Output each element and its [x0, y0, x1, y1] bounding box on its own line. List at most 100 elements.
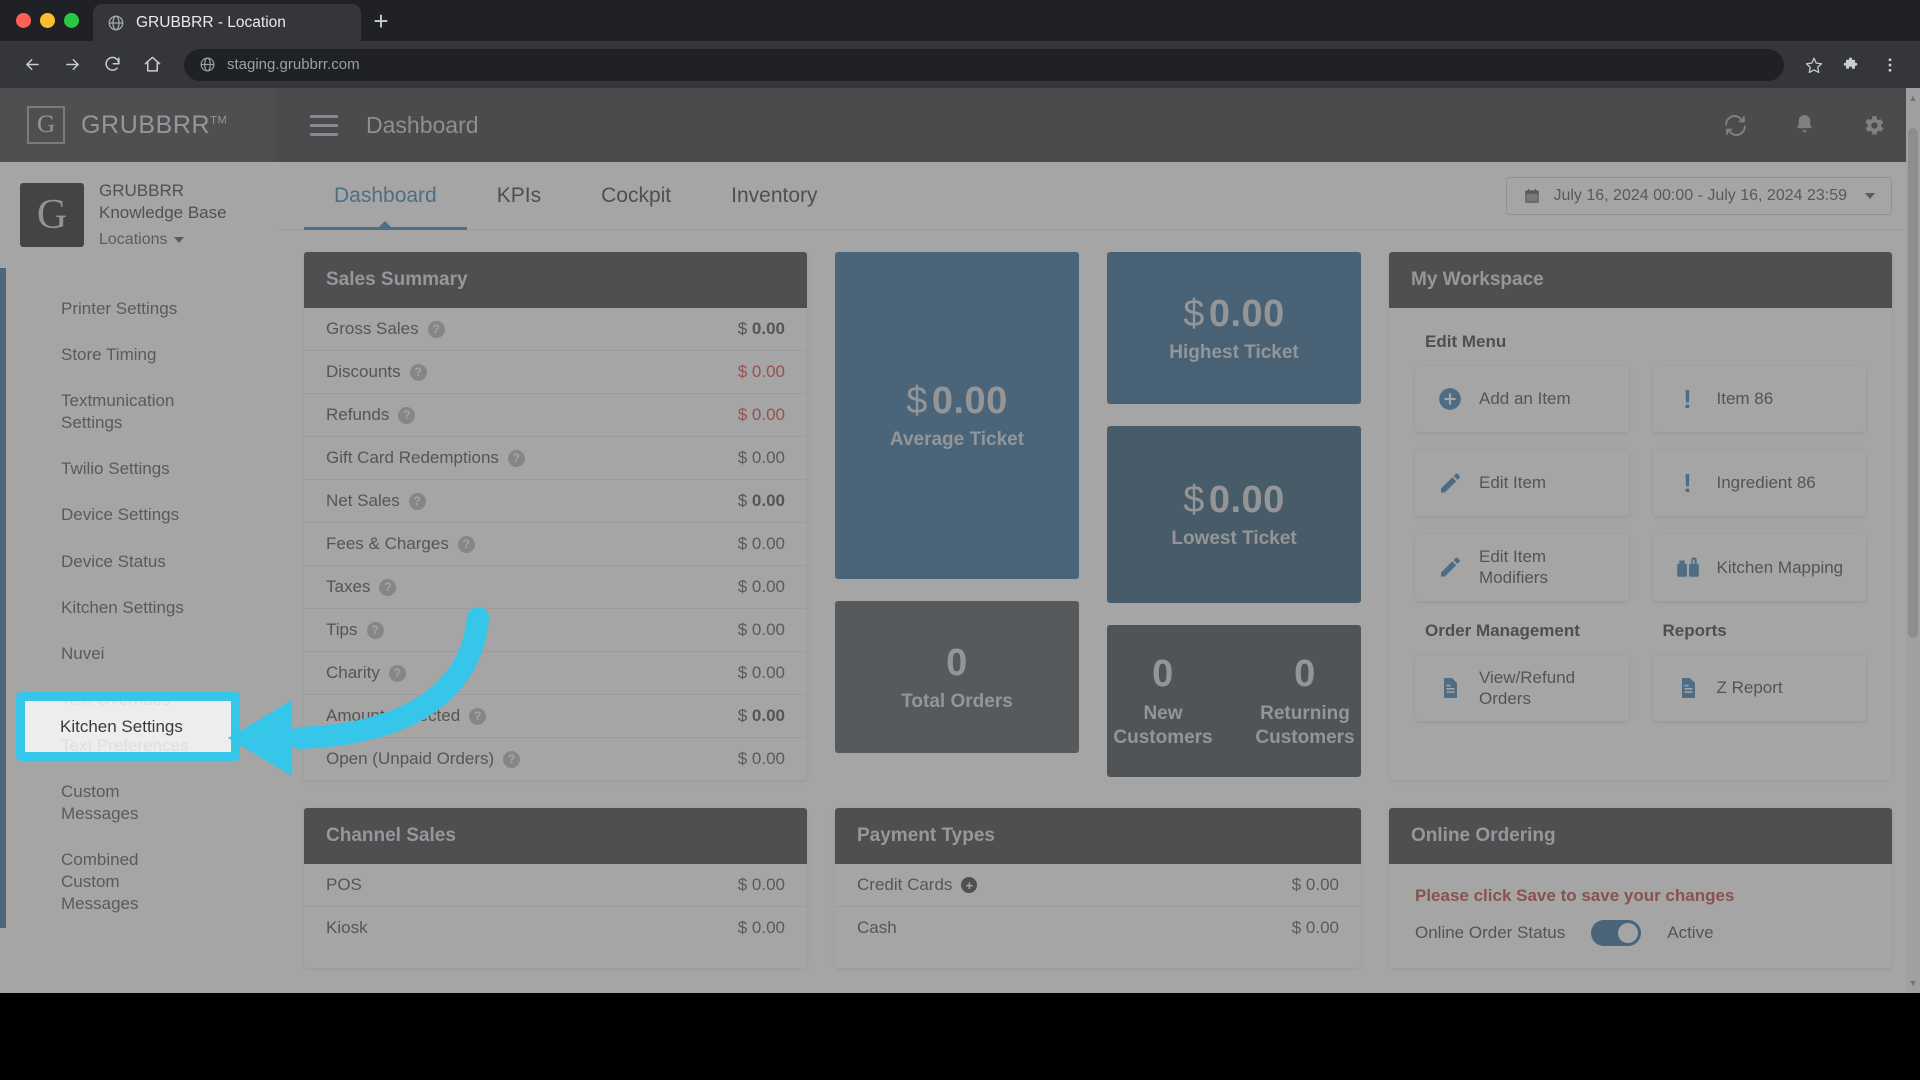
sidebar-item-nuvei[interactable]: Nuvei [6, 631, 276, 677]
globe-icon [200, 57, 215, 72]
row-value: $ 0.00 [1292, 875, 1339, 895]
help-icon[interactable]: ? [366, 621, 384, 639]
tab-dashboard-label: Dashboard [334, 183, 437, 207]
date-range-picker[interactable]: July 16, 2024 00:00 - July 16, 2024 23:5… [1506, 176, 1892, 215]
scroll-up-icon[interactable]: ▲ [1906, 90, 1920, 106]
help-icon[interactable]: ? [408, 492, 426, 510]
reload-icon[interactable] [94, 47, 130, 83]
z-report-button[interactable]: Z Report [1652, 654, 1866, 721]
address-bar[interactable]: staging.grubbrr.com [184, 48, 1784, 81]
sidebar-item-printer-settings[interactable]: Printer Settings [6, 286, 276, 332]
tab-inventory[interactable]: Inventory [701, 162, 847, 229]
minimize-window-button[interactable] [40, 13, 55, 28]
app-top-bar: Dashboard [276, 88, 1920, 162]
currency-symbol: $ [737, 405, 748, 424]
row-amount: 0.00 [1305, 918, 1339, 937]
row-label: Credit Cards + [857, 875, 978, 895]
help-icon[interactable]: ? [388, 664, 406, 682]
payment-types-card: Payment Types Credit Cards + $ 0.00 Cash $ 0… [835, 808, 1361, 968]
row-label-text: Gross Sales [326, 319, 419, 338]
chevron-down-icon [1865, 192, 1875, 199]
table-row: Cash $ 0.00 [835, 907, 1361, 949]
table-row: Gift Card Redemptions? $ 0.00 [304, 437, 807, 480]
gear-icon[interactable] [1861, 113, 1886, 138]
help-icon[interactable]: ? [427, 320, 445, 338]
sidebar-item-device-settings[interactable]: Device Settings [6, 492, 276, 538]
tab-dashboard[interactable]: Dashboard [304, 162, 467, 230]
save-warning-text: Please click Save to save your changes [1415, 886, 1735, 905]
my-workspace-body: Edit Menu Add an Item ! Item 86 Edit Ite… [1389, 308, 1892, 747]
location-selector-block[interactable]: G GRUBBRR Knowledge Base Locations [0, 162, 276, 268]
help-icon[interactable]: ? [503, 750, 521, 768]
sidebar-item-combined-custom-messages[interactable]: Combined Custom Messages [6, 837, 139, 927]
help-icon[interactable]: ? [457, 535, 475, 553]
row-amount: 0.00 [751, 491, 785, 510]
customers-twin: 0 New Customers 0 Returning Customers [1107, 653, 1361, 750]
scroll-down-icon[interactable]: ▼ [1906, 975, 1920, 991]
online-ordering-card: Online Ordering Please click Save to sav… [1389, 808, 1892, 968]
scrollbar-thumb[interactable] [1908, 128, 1918, 638]
forward-arrow-icon[interactable] [54, 47, 90, 83]
maximize-window-button[interactable] [64, 13, 79, 28]
ingredient-86-button[interactable]: ! Ingredient 86 [1652, 450, 1866, 516]
exclamation-icon: ! [1683, 468, 1692, 498]
active-tab-indicator [376, 221, 395, 230]
sidebar-item-twilio-settings[interactable]: Twilio Settings [6, 446, 276, 492]
help-icon[interactable]: ? [398, 406, 416, 424]
page-scrollbar[interactable]: ▲ ▼ [1906, 88, 1920, 993]
locations-dropdown-label: Locations [99, 230, 168, 248]
row-label-text: Amount Collected [326, 706, 461, 725]
pencil-icon [1437, 555, 1463, 579]
browser-tab[interactable]: GRUBBRR - Location [93, 4, 361, 41]
tab-cockpit[interactable]: Cockpit [571, 162, 701, 229]
browser-tab-strip: GRUBBRR - Location + [0, 0, 1920, 41]
row-value: $ 0.00 [738, 405, 785, 425]
highest-ticket-tile: $0.00 Highest Ticket [1107, 252, 1361, 404]
annotation-highlight-label[interactable]: Kitchen Settings [16, 692, 240, 761]
table-row: Tips? $ 0.00 [304, 609, 807, 652]
star-icon[interactable] [1798, 49, 1830, 81]
help-icon[interactable]: ? [469, 707, 487, 725]
new-customers-block: 0 New Customers [1107, 653, 1219, 750]
row-label: Discounts? [326, 362, 427, 382]
close-window-button[interactable] [16, 13, 31, 28]
row-label-text: Refunds [326, 405, 390, 424]
top-bar-actions [1723, 113, 1886, 138]
item-86-button[interactable]: ! Item 86 [1652, 366, 1866, 432]
currency-symbol: $ [737, 448, 748, 467]
help-icon[interactable]: ? [379, 578, 397, 596]
edit-item-modifiers-label: Edit Item Modifiers [1479, 547, 1548, 588]
plus-circle-icon[interactable]: + [961, 877, 978, 893]
workspace-lower-buttons: View/Refund Orders Z Report [1415, 654, 1866, 721]
edit-item-label: Edit Item [1479, 473, 1547, 493]
sidebar-item-store-timing[interactable]: Store Timing [6, 332, 276, 378]
edit-menu-buttons: Add an Item ! Item 86 Edit Item ! Ingred… [1415, 366, 1866, 601]
sidebar-item-device-status[interactable]: Device Status [6, 539, 276, 585]
puzzle-icon[interactable] [1836, 49, 1868, 81]
row-label: Net Sales? [326, 491, 426, 511]
back-arrow-icon[interactable] [14, 47, 50, 83]
locations-dropdown[interactable]: Locations [99, 230, 227, 250]
sidebar-item-custom-messages[interactable]: Custom Messages [6, 769, 138, 837]
kitchen-mapping-button[interactable]: Kitchen Mapping [1652, 534, 1866, 601]
tab-kpis[interactable]: KPIs [467, 162, 571, 229]
row-amount: 0.00 [751, 362, 785, 381]
edit-item-button[interactable]: Edit Item [1415, 450, 1629, 516]
new-tab-button[interactable]: + [361, 4, 401, 41]
edit-item-modifiers-button[interactable]: Edit Item Modifiers [1415, 534, 1629, 601]
add-an-item-button[interactable]: Add an Item [1415, 366, 1629, 432]
help-icon[interactable]: ? [507, 449, 525, 467]
refresh-icon[interactable] [1723, 113, 1748, 138]
bell-icon[interactable] [1792, 113, 1817, 138]
row-label-text: Discounts [326, 362, 401, 381]
home-icon[interactable] [134, 47, 170, 83]
row-label: Amount Collected? [326, 706, 487, 726]
sidebar-item-textmunication-settings[interactable]: Textmunication Settings [6, 378, 176, 446]
view-refund-orders-button[interactable]: View/Refund Orders [1415, 654, 1629, 721]
hamburger-menu-icon[interactable] [310, 114, 338, 136]
row-amount: 0.00 [751, 319, 785, 338]
online-order-status-toggle[interactable] [1591, 920, 1642, 946]
sidebar-item-kitchen-settings[interactable]: Kitchen Settings [6, 585, 276, 631]
help-icon[interactable]: ? [409, 363, 427, 381]
three-dot-menu-icon[interactable] [1874, 49, 1906, 81]
